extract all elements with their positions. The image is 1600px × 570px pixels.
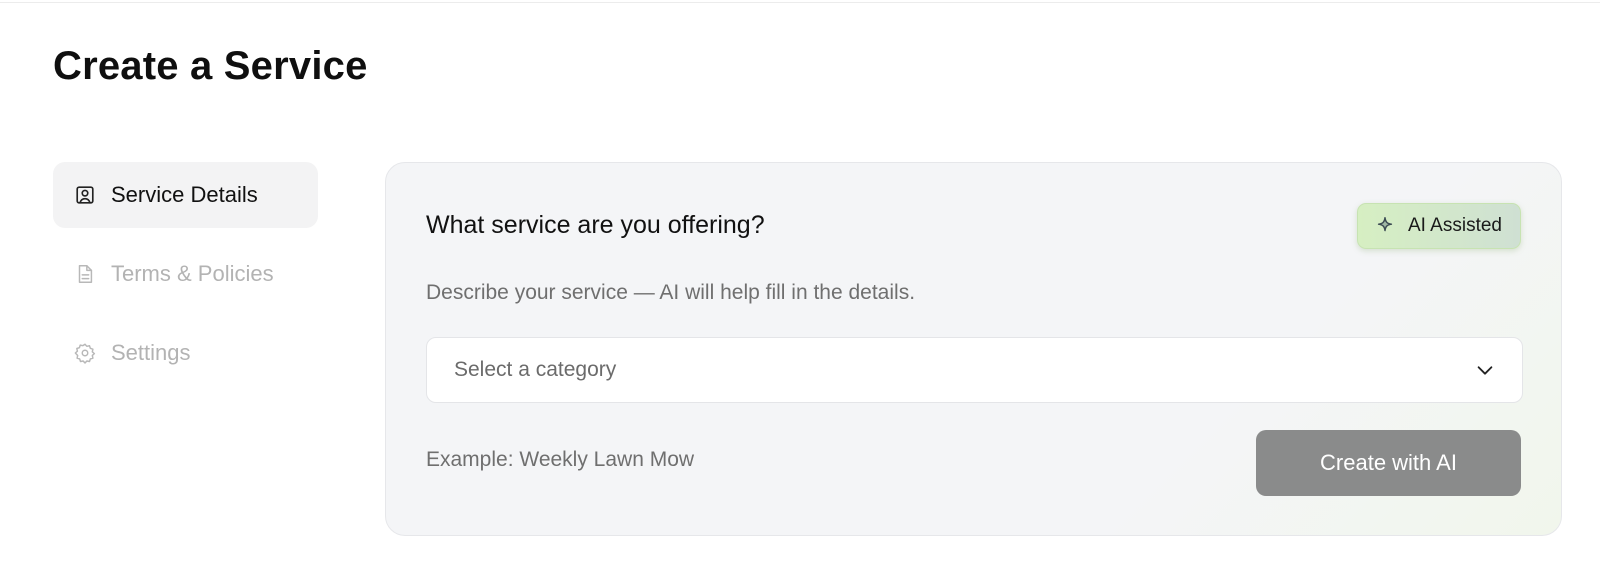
sidebar-item-terms-policies[interactable]: Terms & Policies: [53, 241, 318, 307]
sidebar-nav: Service Details Terms & Policies Setting…: [53, 162, 318, 399]
gear-icon: [74, 342, 96, 364]
user-square-icon: [74, 184, 96, 206]
page-title: Create a Service: [53, 44, 368, 88]
chevron-down-icon: [1477, 366, 1493, 375]
sidebar-item-service-details[interactable]: Service Details: [53, 162, 318, 228]
service-card: What service are you offering? AI Assist…: [385, 162, 1562, 536]
sidebar-item-settings[interactable]: Settings: [53, 320, 318, 386]
category-select-placeholder: Select a category: [454, 358, 617, 381]
example-text: Example: Weekly Lawn Mow: [426, 448, 695, 471]
sidebar-item-label: Terms & Policies: [111, 261, 274, 286]
sidebar-item-label: Settings: [111, 340, 191, 365]
create-with-ai-button[interactable]: Create with AI: [1256, 430, 1521, 496]
card-heading: What service are you offering?: [426, 211, 765, 239]
ai-assisted-badge: AI Assisted: [1357, 203, 1521, 249]
sparkle-icon: [1377, 217, 1393, 232]
badge-label: AI Assisted: [1408, 215, 1502, 236]
top-divider: [0, 0, 1600, 3]
card-description: Describe your service — AI will help fil…: [426, 281, 916, 304]
category-select[interactable]: Select a category: [426, 337, 1523, 403]
document-icon: [74, 263, 96, 285]
sidebar-item-label: Service Details: [111, 182, 258, 207]
